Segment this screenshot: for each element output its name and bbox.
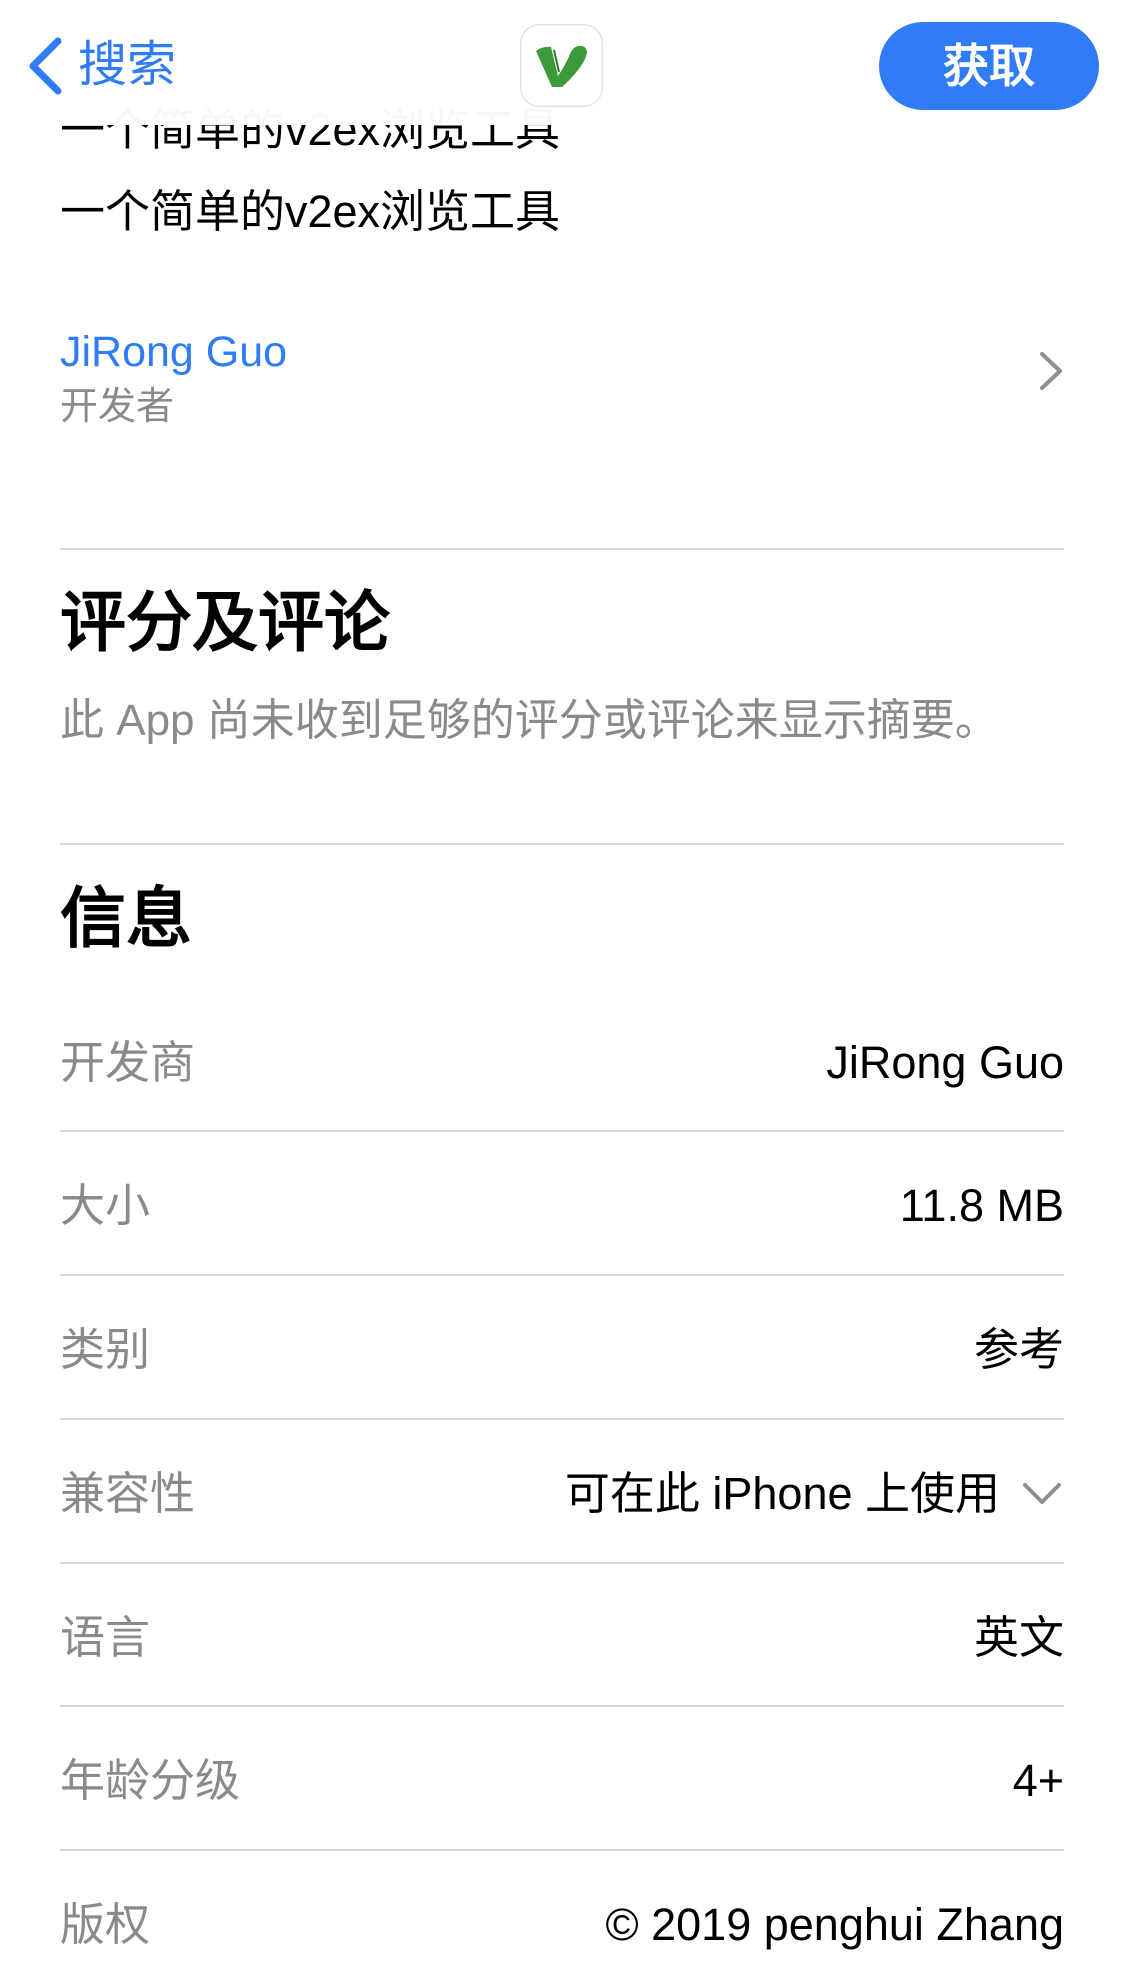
info-label: 大小 xyxy=(60,1180,151,1231)
info-value: 4+ xyxy=(1012,1755,1064,1806)
info-label: 开发商 xyxy=(60,1037,196,1088)
app-icon xyxy=(520,24,603,107)
chevron-down-icon xyxy=(1023,1483,1061,1504)
info-label: 版权 xyxy=(60,1899,151,1950)
info-title: 信息 xyxy=(60,881,192,955)
info-value: © 2019 penghui Zhang xyxy=(605,1899,1064,1950)
description-line: 一个简单的v2ex浏览工具 xyxy=(60,186,561,237)
chevron-right-icon xyxy=(1040,352,1062,390)
divider xyxy=(60,1130,1064,1132)
ratings-message: 此 App 尚未收到足够的评分或评论来显示摘要。 xyxy=(60,696,999,745)
divider xyxy=(60,1274,1064,1276)
divider xyxy=(60,1562,1064,1564)
get-button[interactable]: 获取 xyxy=(879,22,1099,110)
info-row-compatibility[interactable]: 兼容性 可在此 iPhone 上使用 xyxy=(60,1464,1064,1524)
divider xyxy=(60,1849,1064,1851)
ratings-title: 评分及评论 xyxy=(60,585,390,659)
info-label: 类别 xyxy=(60,1324,151,1375)
v2ex-logo-icon xyxy=(536,45,587,87)
divider xyxy=(60,1705,1064,1707)
info-label: 年龄分级 xyxy=(60,1755,241,1806)
info-value: 英文 xyxy=(973,1612,1064,1663)
info-row-copyright: 版权 © 2019 penghui Zhang xyxy=(60,1895,1064,1955)
info-label: 语言 xyxy=(60,1612,151,1663)
info-row-age-rating: 年龄分级 4+ xyxy=(60,1751,1064,1811)
info-row-developer: 开发商 JiRong Guo xyxy=(60,1033,1064,1093)
back-label: 搜索 xyxy=(78,38,177,92)
info-value: 11.8 MB xyxy=(899,1180,1064,1231)
developer-link[interactable]: JiRong Guo 开发者 xyxy=(60,305,1064,440)
chevron-left-icon xyxy=(29,37,62,95)
info-value: JiRong Guo xyxy=(826,1037,1064,1088)
developer-name: JiRong Guo xyxy=(60,328,288,376)
developer-caption: 开发者 xyxy=(60,386,175,428)
info-value: 可在此 iPhone 上使用 xyxy=(564,1468,1000,1519)
info-label: 兼容性 xyxy=(60,1468,196,1519)
info-row-language: 语言 英文 xyxy=(60,1608,1064,1668)
info-value: 参考 xyxy=(973,1324,1064,1375)
navigation-bar: 搜索 获取 xyxy=(0,0,1125,125)
divider xyxy=(60,843,1064,845)
divider xyxy=(60,548,1064,550)
divider xyxy=(60,1418,1064,1420)
info-row-category: 类别 参考 xyxy=(60,1320,1064,1380)
back-button[interactable]: 搜索 xyxy=(20,28,185,103)
info-row-size: 大小 11.8 MB xyxy=(60,1176,1064,1236)
